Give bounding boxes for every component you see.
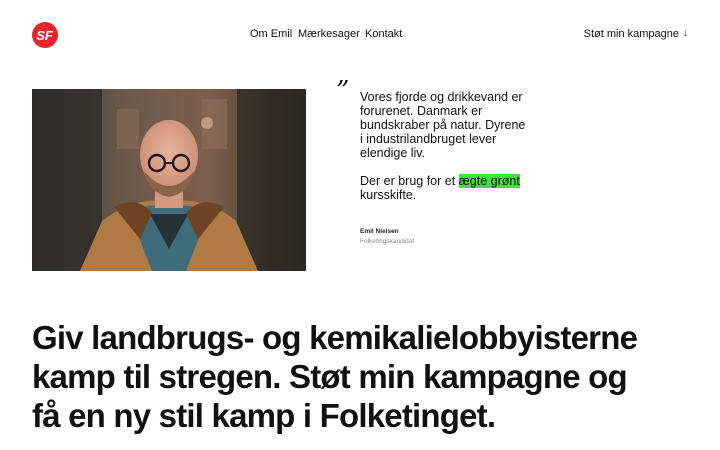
page-headline: Giv landbrugs- og kemikalielobbyisterne … <box>32 319 638 434</box>
arrow-down-icon: ↓ <box>683 28 688 39</box>
quote-text-before: Der er brug for et <box>360 174 459 188</box>
quote-highlight: ægte grønt <box>458 174 520 188</box>
quote-paragraph-2: Der er brug for et ægte grønt kursskifte… <box>360 174 530 202</box>
candidate-photo <box>32 89 306 271</box>
nav-item-om-emil[interactable]: Om Emil <box>250 28 292 40</box>
author-name: Emil Nielsen <box>360 228 399 235</box>
candidate-quote: Vores fjorde og drikkevand er forurenet.… <box>360 90 530 202</box>
nav-item-maerkesager[interactable]: Mærkesager <box>298 28 360 40</box>
quote-mark: ” <box>336 76 350 106</box>
support-campaign-link[interactable]: Støt min kampagne ↓ <box>584 28 688 40</box>
nav-item-kontakt[interactable]: Kontakt <box>365 28 402 40</box>
author-role: Folketingskandidat <box>360 238 415 245</box>
support-campaign-label: Støt min kampagne <box>583 28 679 40</box>
quote-text-after: kursskifte. <box>360 188 417 202</box>
quote-paragraph-1: Vores fjorde og drikkevand er forurenet.… <box>360 90 526 160</box>
